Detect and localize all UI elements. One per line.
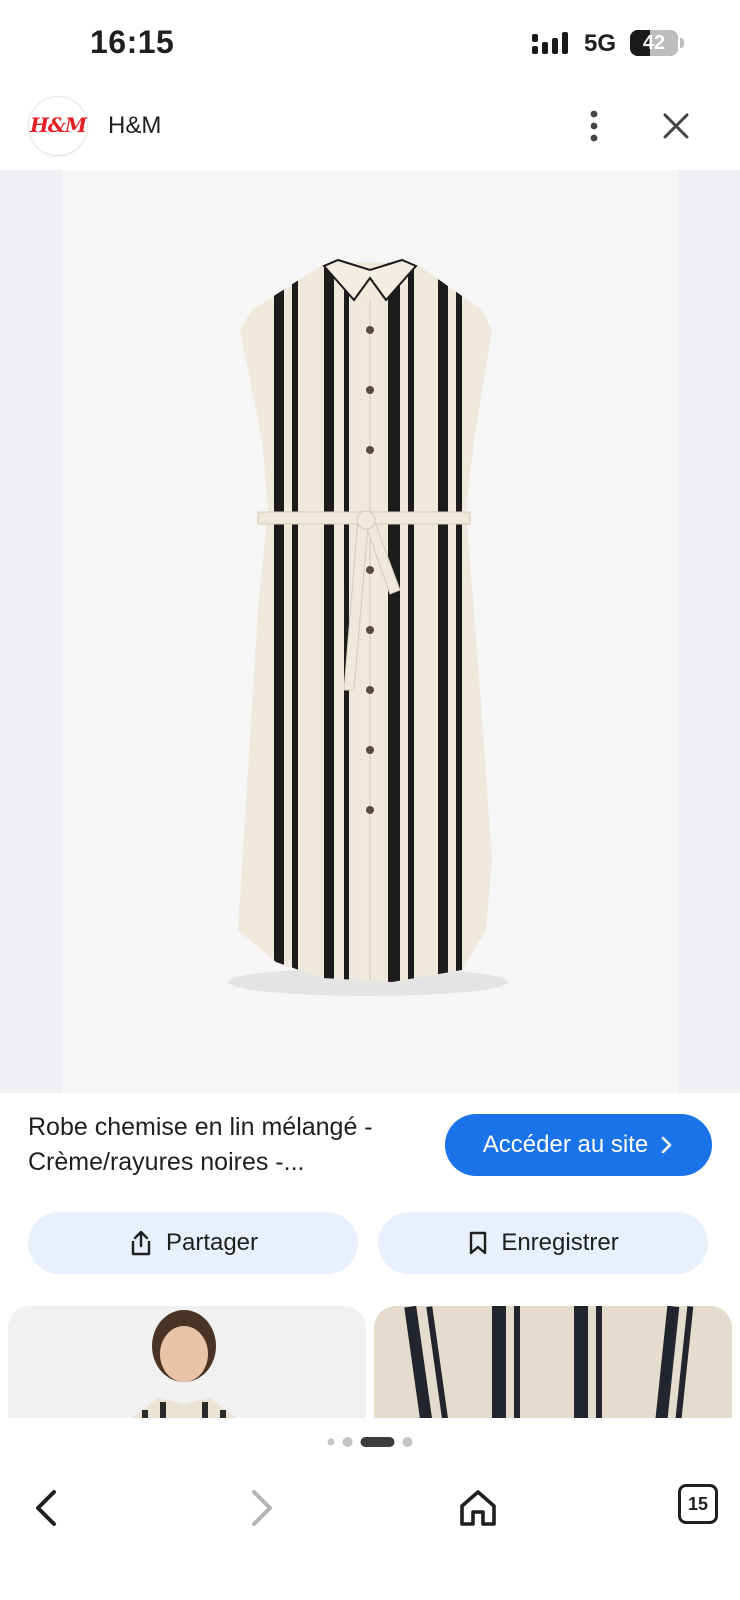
status-bar: 16:15 5G 42 [0,0,740,88]
battery-level: 42 [642,32,666,54]
model-wearing-dress-image [8,1306,366,1418]
chevron-left-icon [36,1490,56,1526]
visit-site-button[interactable]: Accéder au site [445,1114,712,1176]
more-options-button[interactable] [574,106,614,146]
related-image-model[interactable] [8,1306,366,1418]
close-icon [663,113,689,139]
site-name[interactable]: H&M [108,112,161,140]
hm-logo-text: H&M [29,113,87,137]
browser-bottom-nav: 15 [0,1460,740,1600]
chevron-right-icon [661,1136,672,1154]
share-button[interactable]: Partager [28,1212,358,1274]
back-button[interactable] [22,1482,74,1534]
tabs-button[interactable]: 15 [678,1484,718,1524]
related-images [0,1306,740,1418]
pager-dot-active [360,1437,395,1447]
network-type: 5G [584,30,617,57]
signal-icon [532,32,568,54]
product-title[interactable]: Robe chemise en lin mélangé - Crème/rayu… [28,1110,428,1180]
product-image[interactable] [62,170,678,1093]
chevron-right-icon [252,1490,272,1526]
save-button[interactable]: Enregistrer [378,1212,708,1274]
related-image-fabric-detail[interactable] [374,1306,732,1418]
battery-cap [680,38,684,48]
vertical-dots-icon [590,110,598,142]
bookmark-icon [470,1231,487,1255]
share-label: Partager [165,1229,259,1256]
save-label: Enregistrer [501,1229,619,1256]
forward-button[interactable] [234,1482,286,1534]
battery-icon: 42 [630,30,678,56]
striped-shirt-dress-image [228,258,508,996]
source-header: H&M H&M [0,88,740,170]
visit-site-label: Accéder au site [482,1131,649,1158]
share-icon [131,1230,151,1256]
site-logo[interactable]: H&M [28,96,88,156]
product-image-panel[interactable] [0,170,740,1093]
status-time: 16:15 [90,24,175,60]
home-button[interactable] [452,1482,504,1534]
carousel-pager [327,1437,413,1447]
home-icon [460,1490,496,1526]
striped-fabric-closeup-image [374,1306,732,1418]
pager-dot [327,1438,335,1446]
pager-dot [402,1437,413,1447]
close-button[interactable] [656,106,696,146]
tab-count: 15 [687,1493,709,1514]
pager-dot [342,1437,353,1447]
